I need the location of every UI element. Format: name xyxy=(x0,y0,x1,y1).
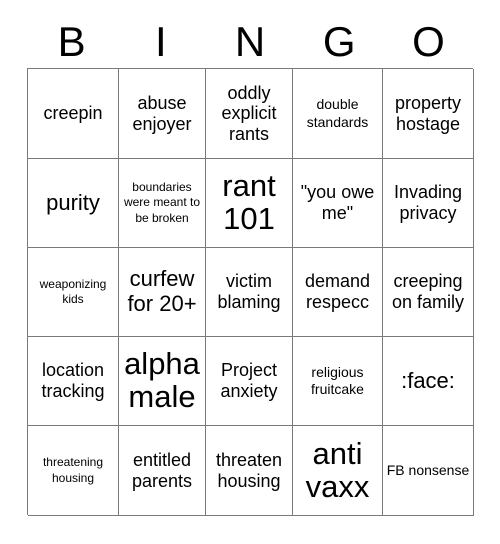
bingo-cell-label: demand respecc xyxy=(304,271,371,312)
bingo-cell-r4c5[interactable]: :face: xyxy=(383,337,474,426)
bingo-cell-label: FB nonsense xyxy=(386,461,470,478)
bingo-cell-label: property hostage xyxy=(394,92,462,134)
bingo-cell-r3c3[interactable]: victim blaming xyxy=(206,248,293,337)
bingo-cell-r5c3[interactable]: threaten housing xyxy=(206,426,293,516)
bingo-cell-label: religious fruitcake xyxy=(311,363,364,397)
bingo-cell-r1c1[interactable]: creepin xyxy=(28,69,119,159)
bingo-cell-label: boundaries were meant to be broken xyxy=(123,180,201,225)
bingo-cell-label: Invading privacy xyxy=(393,182,463,223)
bingo-cell-r4c3[interactable]: Project anxiety xyxy=(206,337,293,426)
bingo-cell-label: curfew for 20+ xyxy=(127,266,197,316)
bingo-grid: creepin abuse enjoyer oddly explicit ran… xyxy=(27,68,474,516)
bingo-cell-label: abuse enjoyer xyxy=(132,92,192,134)
bingo-cell-label: entitled parents xyxy=(131,449,193,491)
bingo-cell-label: rant 101 xyxy=(222,168,276,236)
bingo-header-letter-o: O xyxy=(412,18,445,65)
bingo-cell-r2c5[interactable]: Invading privacy xyxy=(383,159,474,248)
bingo-header-letter-n: N xyxy=(234,18,266,65)
bingo-cell-label: weaponizing kids xyxy=(39,276,107,306)
bingo-cell-label: creeping on family xyxy=(391,271,465,312)
bingo-cell-label: "you owe me" xyxy=(300,182,375,223)
bingo-cell-r2c1[interactable]: purity xyxy=(28,159,119,248)
bingo-cell-label: victim blaming xyxy=(217,271,281,312)
bingo-cell-label: creepin xyxy=(43,103,103,124)
bingo-cell-label: threatening housing xyxy=(42,455,104,485)
bingo-cell-r5c4[interactable]: anti vaxx xyxy=(293,426,383,516)
bingo-cell-r1c2[interactable]: abuse enjoyer xyxy=(119,69,206,159)
bingo-cell-r3c1[interactable]: weaponizing kids xyxy=(28,248,119,337)
bingo-cell-label: Project anxiety xyxy=(220,360,278,401)
bingo-cell-r3c5[interactable]: creeping on family xyxy=(383,248,474,337)
bingo-header-letter-b: B xyxy=(57,18,86,65)
bingo-header-letter-g: G xyxy=(322,18,356,65)
bingo-cell-label: purity xyxy=(46,189,100,215)
bingo-cell-r5c1[interactable]: threatening housing xyxy=(28,426,119,516)
bingo-cell-r1c5[interactable]: property hostage xyxy=(383,69,474,159)
bingo-cell-r4c4[interactable]: religious fruitcake xyxy=(293,337,383,426)
bingo-cell-r5c2[interactable]: entitled parents xyxy=(119,426,206,516)
bingo-cell-r2c4[interactable]: "you owe me" xyxy=(293,159,383,248)
bingo-cell-label: alpha male xyxy=(124,346,200,414)
bingo-cell-r3c4[interactable]: demand respecc xyxy=(293,248,383,337)
bingo-card: B I N G O creepin abuse enjoyer oddly ex… xyxy=(0,0,500,544)
bingo-cell-r1c3[interactable]: oddly explicit rants xyxy=(206,69,293,159)
bingo-cell-label: oddly explicit rants xyxy=(221,82,277,144)
bingo-cell-r4c2[interactable]: alpha male xyxy=(119,337,206,426)
bingo-cell-r5c5[interactable]: FB nonsense xyxy=(383,426,474,516)
bingo-cell-r2c2[interactable]: boundaries were meant to be broken xyxy=(119,159,206,248)
bingo-cell-r1c4[interactable]: double standards xyxy=(293,69,383,159)
bingo-cell-label: threaten housing xyxy=(215,449,283,491)
bingo-cell-r4c1[interactable]: location tracking xyxy=(28,337,119,426)
bingo-header-letter-i: I xyxy=(154,18,167,65)
bingo-cell-label: double standards xyxy=(306,96,369,130)
bingo-cell-label: anti vaxx xyxy=(305,435,370,504)
bingo-header-row: B I N G O xyxy=(27,16,473,68)
bingo-cell-label: :face: xyxy=(401,367,455,393)
bingo-cell-r3c2[interactable]: curfew for 20+ xyxy=(119,248,206,337)
bingo-cell-r2c3[interactable]: rant 101 xyxy=(206,159,293,248)
bingo-cell-label: location tracking xyxy=(41,360,105,401)
